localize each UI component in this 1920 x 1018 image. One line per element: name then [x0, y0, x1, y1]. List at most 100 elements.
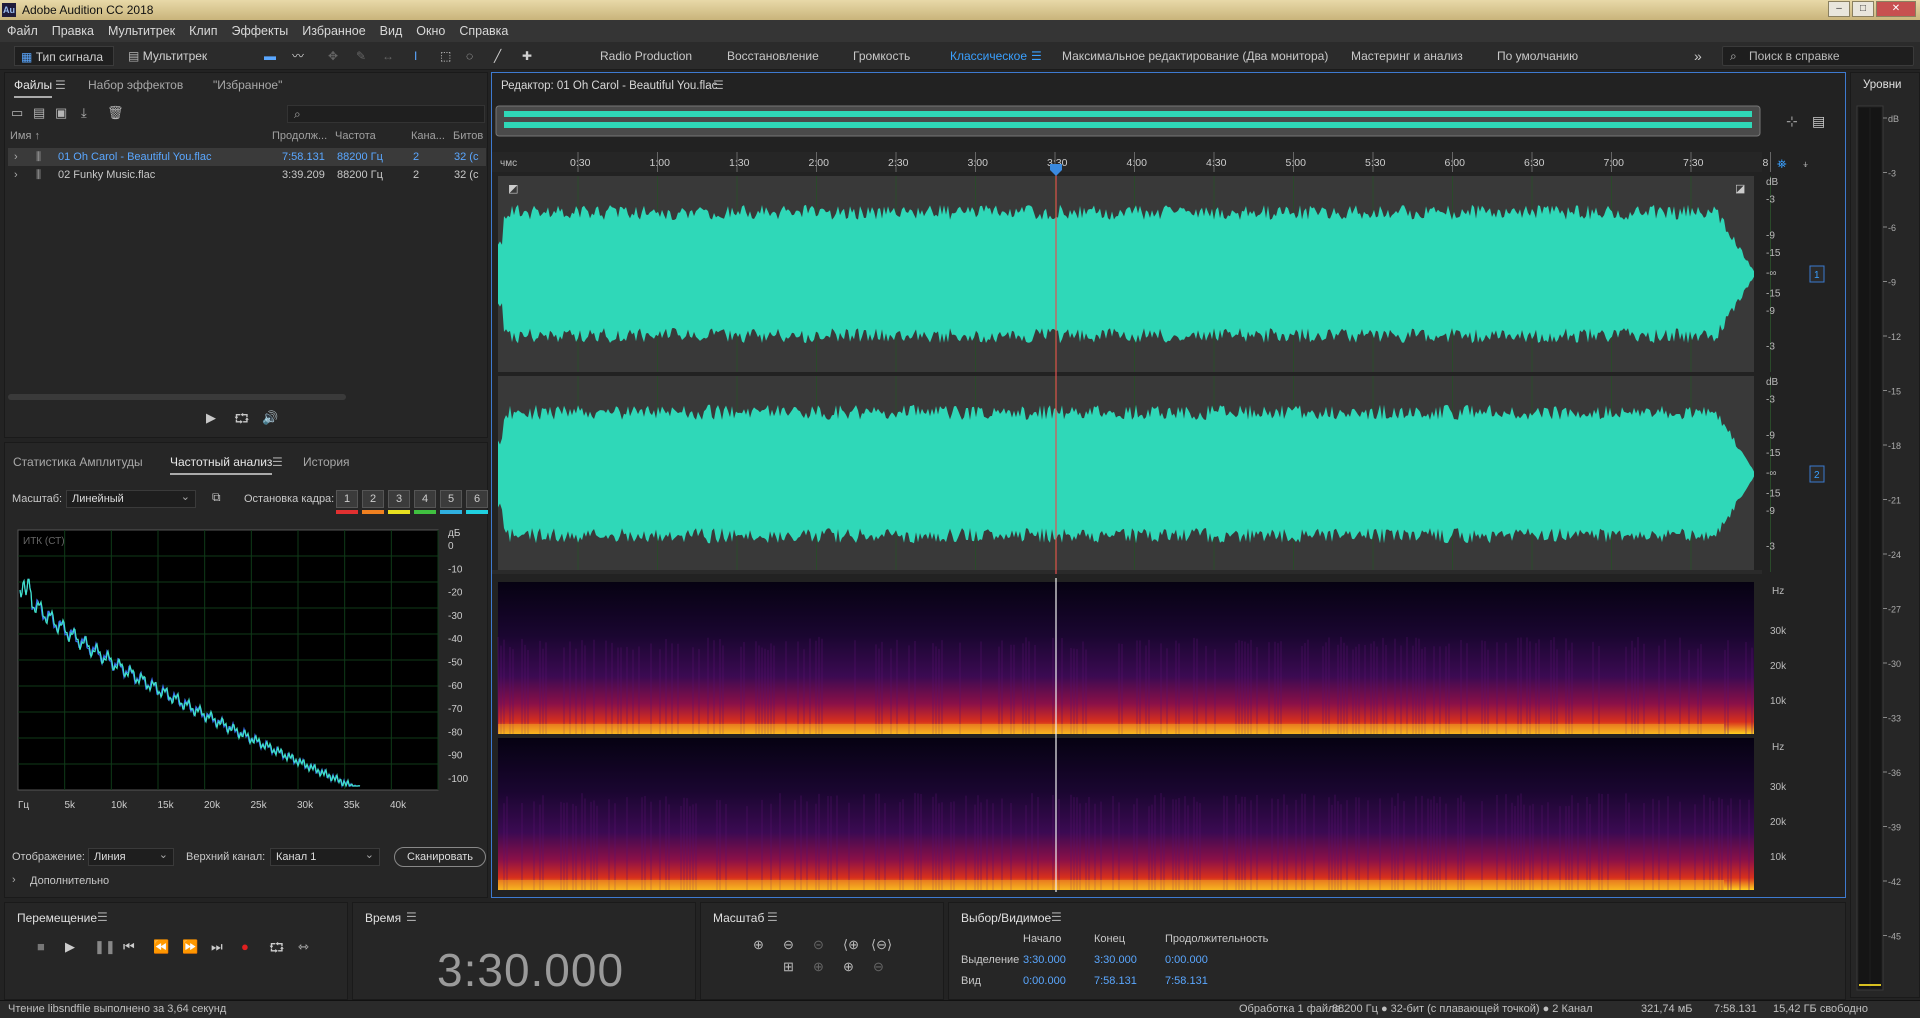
freeze-button-1[interactable]: 1 — [336, 490, 358, 508]
loop-preview-icon[interactable]: ⮔ — [234, 410, 249, 432]
tab-files[interactable]: Файлы — [14, 78, 53, 98]
tab-amplitude-stats[interactable]: Статистика Амплитуды — [13, 455, 143, 469]
loop-icon[interactable]: ⮔ — [269, 939, 284, 961]
fast-forward-icon[interactable]: ⏩ — [182, 939, 198, 955]
pause-icon[interactable]: ❚❚ — [94, 939, 116, 955]
expand-chevron-icon[interactable]: › — [14, 148, 18, 166]
brush-tool-icon[interactable]: ╱ — [494, 46, 501, 66]
advanced-chevron-icon[interactable]: › — [12, 874, 16, 886]
zoom-in-right-icon[interactable]: ⊕ — [843, 959, 854, 975]
menu-help[interactable]: Справка — [452, 24, 515, 38]
display-dropdown[interactable]: Линия — [88, 847, 174, 866]
tab-files-menu-icon[interactable]: ☰ — [55, 78, 66, 92]
file-row[interactable]: › ⫼ 02 Funky Music.flac 3:39.209 88200 Г… — [8, 166, 486, 184]
workspace-radio-production[interactable]: Radio Production — [600, 46, 692, 66]
selection-end[interactable]: 3:30.000 — [1094, 954, 1137, 966]
waveform-mode-button[interactable]: ▦ Тип сигнала — [14, 46, 114, 66]
insert-multitrack-icon[interactable]: ⤓ — [81, 105, 87, 121]
menu-edit[interactable]: Правка — [45, 24, 101, 38]
col-duration[interactable]: Продолж... — [272, 130, 327, 142]
workspace-mastering[interactable]: Мастеринг и анализ — [1351, 46, 1463, 66]
help-search-input[interactable]: ⌕ Поиск в справке — [1722, 46, 1914, 66]
spot-healing-tool-icon[interactable]: ✚ — [522, 46, 532, 66]
zoom-out-full-icon[interactable]: ⊝ — [813, 937, 824, 953]
zoom-out-time-icon[interactable]: ⟨⊖⟩ — [871, 937, 892, 953]
zoom-out-selection-icon[interactable]: ⊖ — [873, 959, 884, 975]
close-button[interactable]: ✕ — [1876, 1, 1916, 17]
selection-menu-icon[interactable]: ☰ — [1051, 910, 1062, 924]
workspace-loudness[interactable]: Громкость — [853, 46, 910, 66]
expand-chevron-icon[interactable]: › — [14, 166, 18, 184]
rewind-icon[interactable]: ⏪ — [153, 939, 169, 955]
workspace-classic[interactable]: Классическое — [950, 46, 1027, 66]
zoom-menu-icon[interactable]: ☰ — [767, 910, 778, 924]
menu-favorites[interactable]: Избранное — [295, 24, 372, 38]
menu-effects[interactable]: Эффекты — [224, 24, 295, 38]
file-row[interactable]: › ⫼ 01 Oh Carol - Beautiful You.flac 7:5… — [8, 148, 486, 166]
menu-clip[interactable]: Клип — [182, 24, 224, 38]
multitrack-mode-button[interactable]: ▤ Мультитрек — [128, 46, 228, 66]
selection-start[interactable]: 3:30.000 — [1023, 954, 1066, 966]
files-horizontal-scrollbar[interactable] — [8, 394, 346, 400]
play-preview-icon[interactable]: ▶ — [206, 410, 216, 426]
zoom-in-amplitude-icon[interactable]: ⊕ — [753, 937, 764, 953]
col-rate[interactable]: Частота — [335, 130, 376, 142]
stop-icon[interactable]: ■ — [37, 939, 45, 954]
delete-icon[interactable]: 🗑 — [107, 105, 124, 121]
freeze-button-4[interactable]: 4 — [414, 490, 436, 508]
freeze-icon[interactable]: ⧉ — [212, 490, 221, 505]
workspace-default[interactable]: По умолчанию — [1497, 46, 1578, 66]
col-bits[interactable]: Битов — [453, 130, 483, 142]
view-start[interactable]: 0:00.000 — [1023, 975, 1066, 987]
zoom-in-left-icon[interactable]: ⊕ — [813, 959, 824, 975]
view-duration[interactable]: 7:58.131 — [1165, 975, 1208, 987]
import-file-icon[interactable]: ▤ — [33, 105, 45, 121]
minimize-button[interactable]: – — [1828, 1, 1850, 17]
freq-menu-icon[interactable]: ☰ — [272, 455, 283, 469]
lasso-tool-icon[interactable]: ◌ — [466, 46, 473, 66]
menu-file[interactable]: Файл — [0, 24, 45, 38]
autoplay-icon[interactable]: 🔊 — [262, 410, 278, 426]
menu-window[interactable]: Окно — [409, 24, 452, 38]
more-workspaces-button[interactable]: » — [1694, 46, 1702, 66]
freeze-button-6[interactable]: 6 — [466, 490, 488, 508]
menu-multitrack[interactable]: Мультитрек — [101, 24, 182, 38]
workspace-max-edit[interactable]: Максимальное редактирование (Два монитор… — [1062, 46, 1328, 66]
channel-dropdown[interactable]: Канал 1 — [270, 847, 380, 866]
time-menu-icon[interactable]: ☰ — [406, 910, 417, 924]
transport-menu-icon[interactable]: ☰ — [97, 910, 108, 924]
spectral-frequency-icon[interactable]: 〰 — [292, 46, 304, 66]
col-name[interactable]: Имя ↑ — [10, 130, 40, 142]
scan-button[interactable]: Сканировать — [394, 847, 486, 867]
rewind-start-icon[interactable]: ⏮ — [123, 939, 135, 955]
time-selection-tool-icon[interactable]: I — [414, 46, 417, 66]
files-search-input[interactable]: ⌕ — [287, 105, 485, 123]
maximize-button[interactable]: □ — [1852, 1, 1874, 17]
editor-canvas[interactable]: ⊹ ▤чмс 0:30 1:00 1:30 2:00 2:30 3:00 3:30 4:00 4:3… — [492, 100, 1845, 896]
workspace-restoration[interactable]: Восстановление — [727, 46, 819, 66]
marquee-tool-icon[interactable]: ⬚ — [440, 46, 451, 66]
freeze-button-2[interactable]: 2 — [362, 490, 384, 508]
tab-history[interactable]: История — [303, 455, 350, 469]
zoom-in-time-icon[interactable]: ⟨⊕ — [843, 937, 859, 953]
forward-end-icon[interactable]: ⏭ — [211, 939, 223, 955]
selection-duration[interactable]: 0:00.000 — [1165, 954, 1208, 966]
tab-frequency-analysis[interactable]: Частотный анализ — [170, 455, 273, 475]
tab-effects-rack[interactable]: Набор эффектов — [88, 78, 183, 92]
freeze-button-3[interactable]: 3 — [388, 490, 410, 508]
move-tool-icon[interactable]: ✥ — [328, 46, 338, 66]
col-channels[interactable]: Кана... — [411, 130, 445, 142]
spectral-waveform-icon[interactable]: ▬ — [264, 46, 276, 66]
zoom-to-selection-icon[interactable]: ⊞ — [783, 959, 794, 975]
advanced-toggle[interactable]: Дополнительно — [30, 875, 109, 887]
open-file-icon[interactable]: ▭ — [11, 105, 23, 121]
freeze-button-5[interactable]: 5 — [440, 490, 462, 508]
record-icon[interactable]: ● — [241, 939, 249, 954]
skip-selection-icon[interactable]: ⇿ — [298, 939, 309, 955]
workspace-menu-icon[interactable]: ☰ — [1031, 46, 1042, 66]
razor-tool-icon[interactable]: ✎ — [356, 46, 366, 66]
slip-tool-icon[interactable]: ↔ — [382, 46, 394, 66]
view-end[interactable]: 7:58.131 — [1094, 975, 1137, 987]
zoom-out-amplitude-icon[interactable]: ⊖ — [783, 937, 794, 953]
play-icon[interactable]: ▶ — [65, 939, 75, 955]
